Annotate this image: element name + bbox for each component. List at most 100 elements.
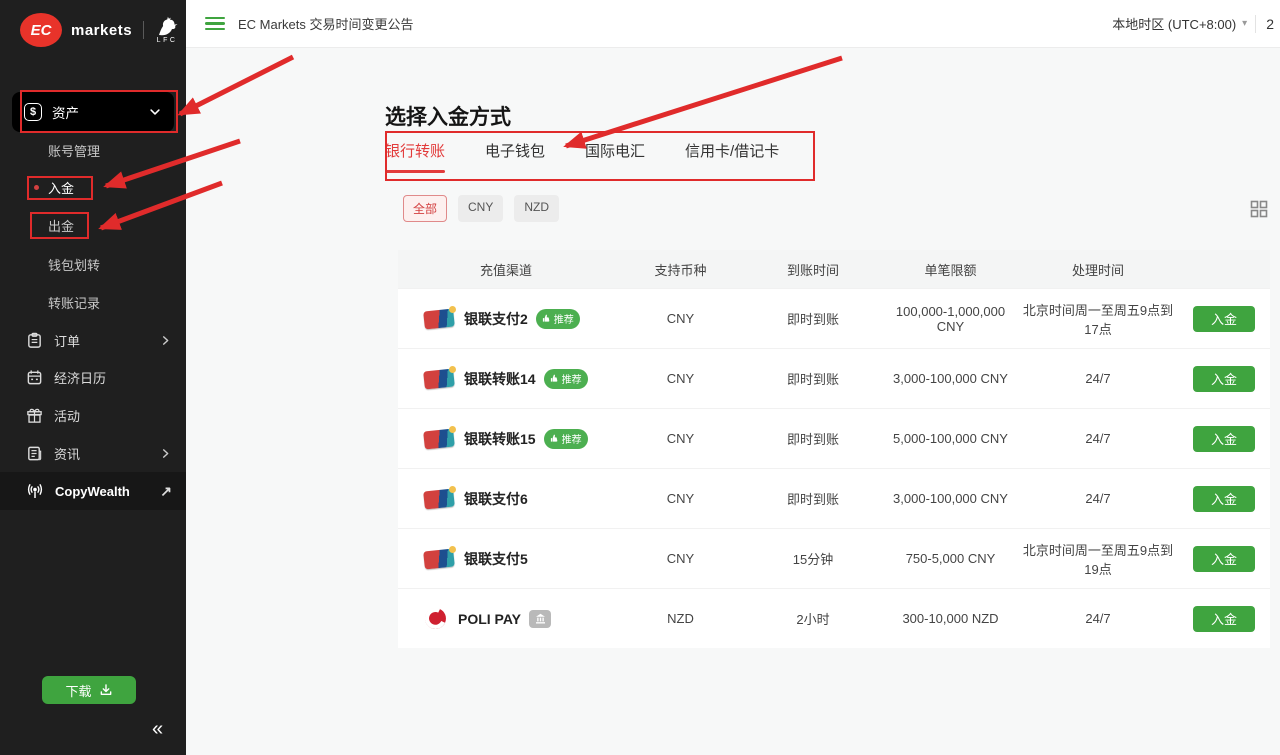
- active-dot-icon: [34, 185, 39, 190]
- brand-logo: EC markets LFC: [0, 0, 186, 47]
- news-icon: [26, 445, 43, 462]
- ec-logo-icon: EC: [20, 13, 62, 47]
- sidebar-item-withdraw[interactable]: 出金: [48, 213, 74, 237]
- arrival-cell: 即时到账: [743, 421, 883, 456]
- brand-name: markets: [71, 22, 132, 39]
- deposit-button[interactable]: 入金: [1193, 546, 1255, 572]
- limit-cell: 3,000-100,000 CNY: [883, 483, 1018, 514]
- deposit-method-tabs: 银行转账 电子钱包 国际电汇 信用卡/借记卡: [385, 140, 779, 173]
- header-limit: 单笔限额: [883, 252, 1018, 287]
- limit-cell: 5,000-100,000 CNY: [883, 423, 1018, 454]
- header-arrival: 到账时间: [743, 252, 883, 287]
- clipboard-icon: [26, 332, 43, 349]
- item-label: 资讯: [54, 444, 148, 463]
- bank-glyph-icon: [533, 613, 548, 625]
- timezone-selector[interactable]: 本地时区 (UTC+8:00): [1112, 14, 1236, 33]
- filter-cny[interactable]: CNY: [458, 195, 503, 222]
- hours-cell: 24/7: [1018, 363, 1178, 394]
- action-cell: 入金: [1178, 538, 1270, 580]
- item-label: 订单: [54, 331, 148, 350]
- external-link-icon: ↗: [160, 483, 172, 500]
- topbar: EC Markets 交易时间变更公告 本地时区 (UTC+8:00) ▾ 2: [186, 0, 1280, 48]
- arrival-cell: 2小时: [743, 601, 883, 636]
- sidebar-item-news[interactable]: 资讯: [0, 434, 186, 472]
- hamburger-menu-icon[interactable]: [205, 17, 225, 31]
- announcement-link[interactable]: EC Markets 交易时间变更公告: [238, 14, 414, 33]
- filter-nzd[interactable]: NZD: [514, 195, 559, 222]
- filter-all[interactable]: 全部: [403, 195, 447, 222]
- recommended-badge: 推荐: [536, 309, 580, 329]
- item-label: 转账记录: [48, 293, 100, 312]
- deposit-button[interactable]: 入金: [1193, 486, 1255, 512]
- item-label: 钱包划转: [48, 255, 100, 274]
- sidebar-item-wallet-transfer[interactable]: 钱包划转: [48, 252, 100, 276]
- topbar-partial-text: 2: [1266, 16, 1274, 32]
- sidebar-item-transfer-records[interactable]: 转账记录: [48, 290, 100, 314]
- deposit-button[interactable]: 入金: [1193, 306, 1255, 332]
- sidebar-item-deposit[interactable]: 入金: [48, 175, 74, 199]
- lfc-logo: LFC: [155, 16, 179, 44]
- deposit-button[interactable]: 入金: [1193, 426, 1255, 452]
- channel-cell: 银联支付6: [398, 480, 618, 518]
- header-hours: 处理时间: [1018, 252, 1178, 287]
- channel-cell: 银联转账15 推荐: [398, 420, 618, 458]
- thumb-up-icon: [542, 314, 551, 323]
- bank-icon: [529, 610, 551, 628]
- action-cell: 入金: [1178, 478, 1270, 520]
- gift-icon: [26, 407, 43, 424]
- action-cell: 入金: [1178, 598, 1270, 640]
- sidebar-item-orders[interactable]: 订单: [0, 321, 186, 359]
- unionpay-icon: [424, 308, 456, 330]
- recommended-badge: 推荐: [544, 369, 588, 389]
- tab-credit-debit-card[interactable]: 信用卡/借记卡: [685, 140, 779, 173]
- item-label: 入金: [48, 178, 74, 197]
- collapse-sidebar-button[interactable]: «: [152, 718, 163, 741]
- unionpay-icon: [424, 488, 456, 510]
- unionpay-icon: [424, 548, 456, 570]
- currency-filters: 全部 CNY NZD: [403, 195, 559, 222]
- header-currency: 支持币种: [618, 252, 743, 287]
- tab-e-wallet[interactable]: 电子钱包: [485, 140, 545, 173]
- table-body: 银联支付2推荐CNY即时到账100,000-1,000,000 CNY北京时间周…: [398, 288, 1270, 648]
- currency-cell: NZD: [618, 603, 743, 634]
- channel-name: 银联转账15: [464, 429, 536, 449]
- item-label: 活动: [54, 406, 172, 425]
- download-button[interactable]: 下载: [42, 676, 136, 704]
- action-cell: 入金: [1178, 418, 1270, 460]
- unionpay-icon: [424, 368, 456, 390]
- table-header: 充值渠道 支持币种 到账时间 单笔限额 处理时间: [398, 250, 1270, 288]
- channel-name: 银联支付5: [464, 549, 528, 569]
- hours-cell: 北京时间周一至周五9点到17点: [1018, 292, 1178, 346]
- item-label: 账号管理: [48, 141, 100, 160]
- limit-cell: 100,000-1,000,000 CNY: [883, 296, 1018, 342]
- table-row: 银联支付5CNY15分钟750-5,000 CNY北京时间周一至周五9点到19点…: [398, 528, 1270, 588]
- unionpay-icon: [424, 428, 456, 450]
- deposit-button[interactable]: 入金: [1193, 606, 1255, 632]
- lfc-label: LFC: [157, 37, 178, 44]
- limit-cell: 300-10,000 NZD: [883, 603, 1018, 634]
- recommended-badge: 推荐: [544, 429, 588, 449]
- deposit-button[interactable]: 入金: [1193, 366, 1255, 392]
- grid-view-icon[interactable]: [1249, 200, 1269, 220]
- sidebar-item-assets[interactable]: $ 资产: [12, 92, 174, 132]
- topbar-divider: [1255, 15, 1256, 33]
- table-row: 银联支付2推荐CNY即时到账100,000-1,000,000 CNY北京时间周…: [398, 288, 1270, 348]
- sidebar-item-promotions[interactable]: 活动: [0, 396, 186, 434]
- sidebar-item-economic-calendar[interactable]: 经济日历: [0, 358, 186, 396]
- tab-international-wire[interactable]: 国际电汇: [585, 140, 645, 173]
- caret-down-icon: ▾: [1242, 18, 1247, 29]
- page-title: 选择入金方式: [385, 101, 511, 131]
- thumb-up-icon: [550, 434, 559, 443]
- sidebar-item-account-management[interactable]: 账号管理: [48, 138, 100, 162]
- sidebar-item-copywealth[interactable]: CopyWealth ↗: [0, 472, 186, 510]
- currency-cell: CNY: [618, 543, 743, 574]
- poli-icon: [424, 607, 450, 630]
- thumb-up-icon: [550, 374, 559, 383]
- table-row: 银联转账14推荐CNY即时到账3,000-100,000 CNY24/7入金: [398, 348, 1270, 408]
- currency-cell: CNY: [618, 423, 743, 454]
- tab-bank-transfer[interactable]: 银行转账: [385, 140, 445, 173]
- calendar-icon: [26, 369, 43, 386]
- table-row: 银联转账15推荐CNY即时到账5,000-100,000 CNY24/7入金: [398, 408, 1270, 468]
- arrival-cell: 即时到账: [743, 301, 883, 336]
- logo-divider: [143, 21, 144, 39]
